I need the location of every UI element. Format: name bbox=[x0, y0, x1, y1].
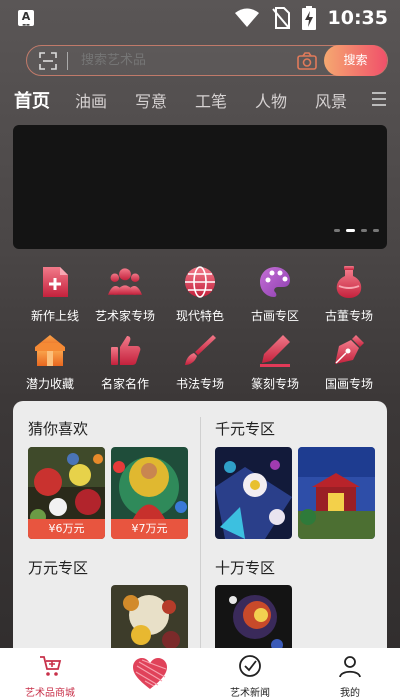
banner-carousel[interactable] bbox=[13, 125, 387, 249]
price-tag: ¥7万元 bbox=[111, 519, 188, 539]
category-label: 现代特色 bbox=[175, 309, 224, 323]
category-modern[interactable]: 现代特色 bbox=[160, 265, 240, 324]
nav-mine[interactable]: 我的 bbox=[310, 648, 390, 700]
category-masterpieces[interactable]: 名家名作 bbox=[85, 333, 165, 392]
search-button[interactable]: 搜索 bbox=[324, 45, 387, 76]
tab-figure[interactable]: 人物 bbox=[255, 88, 287, 112]
section-title-wanyuan[interactable]: 万元专区 bbox=[28, 557, 88, 578]
tab-home[interactable]: 首页 bbox=[14, 87, 50, 113]
globe-icon bbox=[185, 266, 215, 298]
nav-news[interactable]: 艺术新闻 bbox=[210, 648, 290, 700]
nav-label: 艺术品商城 bbox=[25, 688, 75, 699]
clock: 10:35 bbox=[327, 7, 388, 29]
category-potential-collection[interactable]: 潜力收藏 bbox=[10, 333, 90, 392]
carousel-dot bbox=[361, 229, 367, 232]
bottom-nav: 艺术品商城 艺术新闻 我的 bbox=[0, 648, 400, 700]
no-sim-icon bbox=[271, 7, 290, 29]
price-tag: ¥6万元 bbox=[28, 519, 105, 539]
category-antiques[interactable]: 古董专场 bbox=[309, 265, 389, 324]
category-calligraphy[interactable]: 书法专场 bbox=[160, 333, 240, 392]
pen-icon bbox=[260, 335, 290, 367]
nav-label: 艺术新闻 bbox=[230, 688, 270, 699]
search-input[interactable] bbox=[81, 46, 291, 75]
fountain-pen-icon bbox=[335, 335, 364, 364]
cart-icon bbox=[40, 656, 62, 676]
category-label: 古董专场 bbox=[324, 309, 373, 323]
menu-icon[interactable] bbox=[372, 92, 386, 108]
battery-charging-icon bbox=[301, 6, 316, 30]
category-label: 国画专场 bbox=[324, 377, 373, 391]
artwork-thumbnail[interactable] bbox=[298, 447, 375, 539]
category-label: 名家名作 bbox=[100, 377, 149, 391]
nav-label: 我的 bbox=[340, 688, 360, 699]
user-icon bbox=[339, 656, 361, 678]
artwork-image bbox=[298, 447, 375, 539]
category-label: 潜力收藏 bbox=[25, 377, 74, 391]
artwork-thumbnail[interactable] bbox=[215, 447, 292, 539]
category-new-works[interactable]: 新作上线 bbox=[15, 265, 95, 324]
category-label: 古画专区 bbox=[250, 309, 299, 323]
tab-freehand[interactable]: 写意 bbox=[135, 88, 167, 112]
category-label: 书法专场 bbox=[175, 377, 224, 391]
category-label: 艺术家专场 bbox=[94, 309, 155, 323]
search-divider bbox=[67, 52, 68, 70]
tab-oil-painting[interactable]: 油画 bbox=[75, 88, 107, 112]
artwork-thumbnail[interactable]: ¥6万元 bbox=[28, 447, 105, 539]
section-title-shiwan[interactable]: 十万专区 bbox=[215, 557, 275, 578]
card-divider bbox=[200, 417, 201, 657]
gift-box-icon bbox=[35, 335, 65, 366]
carousel-dot bbox=[334, 229, 340, 232]
nav-center[interactable] bbox=[110, 648, 190, 700]
vase-icon bbox=[336, 266, 362, 298]
tab-landscape[interactable]: 风景 bbox=[315, 88, 347, 112]
palette-icon bbox=[260, 267, 290, 297]
scan-icon[interactable] bbox=[39, 52, 57, 70]
section-title-guess[interactable]: 猜你喜欢 bbox=[28, 418, 88, 439]
status-bar: A ▬▬ 10:35 bbox=[0, 0, 400, 38]
search-bar: 搜索 bbox=[26, 45, 388, 76]
category-chinese-painting[interactable]: 国画专场 bbox=[309, 333, 389, 392]
nav-shop[interactable]: 艺术品商城 bbox=[10, 648, 90, 700]
check-circle-icon bbox=[239, 655, 261, 677]
recommendation-card: 猜你喜欢 ¥6万元 ¥7万元 千元专区 万元专区 十万专区 bbox=[13, 401, 387, 661]
thumbs-up-icon bbox=[111, 336, 141, 365]
category-artist-special[interactable]: 艺术家专场 bbox=[85, 265, 165, 324]
carousel-indicator bbox=[334, 229, 379, 232]
people-icon bbox=[108, 268, 142, 295]
category-ancient-paintings[interactable]: 古画专区 bbox=[235, 265, 315, 324]
tab-fine-brush[interactable]: 工笔 bbox=[195, 88, 227, 112]
new-doc-icon bbox=[43, 267, 68, 297]
heart-icon bbox=[133, 658, 167, 689]
carousel-dot bbox=[373, 229, 379, 232]
category-seal-carving[interactable]: 篆刻专场 bbox=[235, 333, 315, 392]
notification-a-icon: A ▬▬ bbox=[18, 10, 34, 27]
category-label: 新作上线 bbox=[30, 309, 79, 323]
category-label: 篆刻专场 bbox=[250, 377, 299, 391]
camera-icon[interactable] bbox=[297, 52, 317, 70]
brush-icon bbox=[185, 335, 216, 365]
artwork-image bbox=[215, 447, 292, 539]
category-tabs: 首页 油画 写意 工笔 人物 风景 bbox=[0, 88, 400, 114]
carousel-dot-active bbox=[346, 229, 355, 232]
artwork-thumbnail[interactable]: ¥7万元 bbox=[111, 447, 188, 539]
wifi-icon bbox=[234, 8, 259, 27]
section-title-qianyuan[interactable]: 千元专区 bbox=[215, 418, 275, 439]
